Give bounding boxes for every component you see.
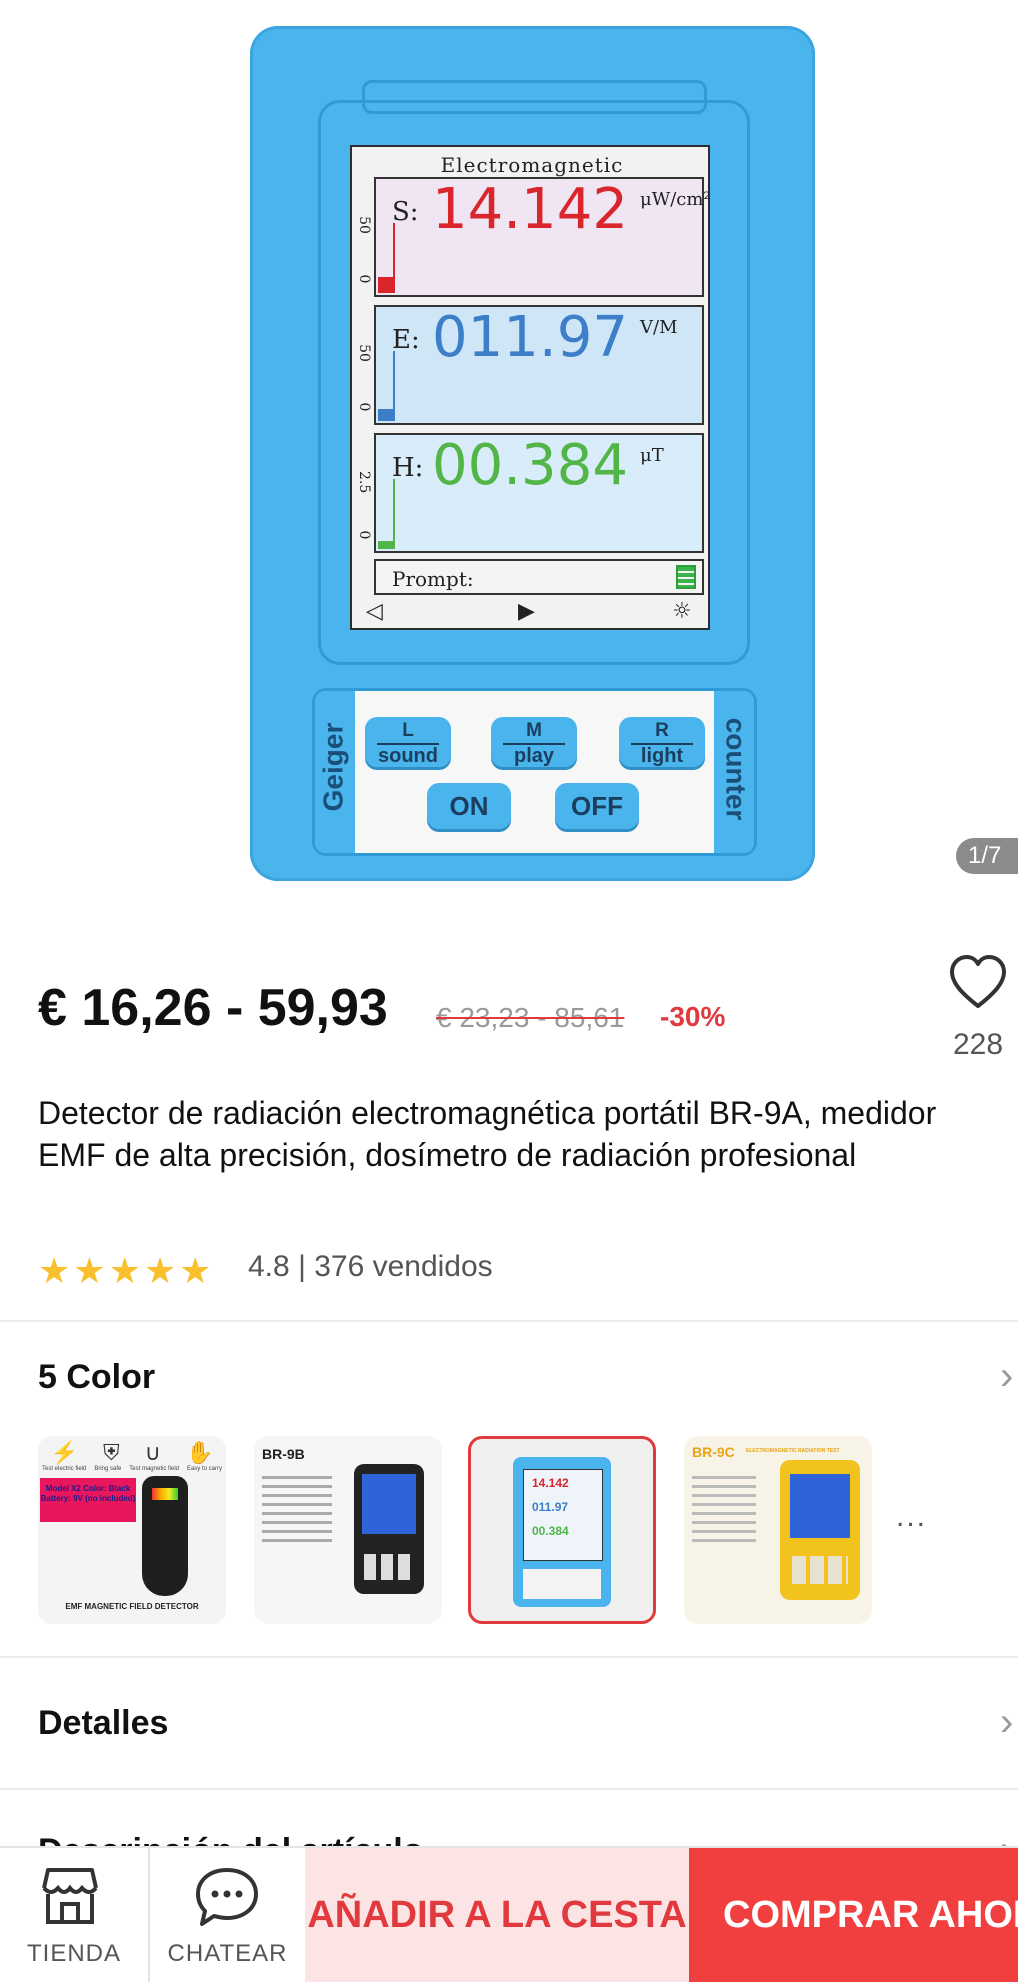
chat-label: CHATEAR	[167, 1940, 288, 1967]
hand-icon: ✋	[186, 1440, 214, 1465]
gallery-counter: 1/7	[956, 838, 1018, 874]
buy-now-button[interactable]: COMPRAR AHORA	[689, 1848, 1018, 1982]
star-icon: ★	[179, 1250, 212, 1291]
add-to-cart-button[interactable]: AÑADIR A LA CESTA	[305, 1848, 689, 1982]
feature-icons: ⚡ ⛨ ∪ ✋	[38, 1440, 226, 1466]
rating-value: 4.8	[248, 1250, 290, 1283]
screen-prompt: Prompt:	[374, 559, 704, 595]
variants-title[interactable]: 5 Color	[38, 1358, 155, 1397]
level-bar	[378, 409, 394, 421]
panel-unit: μT	[640, 445, 664, 466]
variant-info-label: Model X2 Color: Black Battery: 9V (no in…	[40, 1478, 136, 1522]
device-keypad: Geiger counter Lsound Mplay Rlight ON OF…	[312, 688, 757, 856]
panel-unit: μW/cm²	[640, 189, 711, 210]
shield-icon: ⛨	[103, 1440, 120, 1465]
divider	[0, 1656, 1018, 1658]
device-image	[354, 1464, 424, 1594]
store-label: TIENDA	[26, 1940, 121, 1967]
store-button[interactable]: TIENDA	[0, 1848, 148, 1982]
scale-low: 0	[356, 530, 372, 540]
panel-power-density: 50 0 S: 14.142 μW/cm²	[356, 177, 711, 297]
key-sound: Lsound	[365, 717, 451, 767]
level-line	[393, 351, 395, 421]
level-line	[393, 223, 395, 293]
rating-summary[interactable]: 4.8 | 376 vendidos	[248, 1250, 493, 1284]
device-image: 14.142 011.97 00.384	[513, 1457, 611, 1607]
chevron-right-icon[interactable]: ›	[1000, 1354, 1013, 1399]
detector-image	[142, 1476, 188, 1596]
panel-unit: V/M	[640, 317, 678, 338]
rating-separator: |	[298, 1250, 306, 1283]
wishlist-heart-icon[interactable]	[948, 954, 1008, 1010]
more-variants-icon[interactable]: ...	[896, 1500, 927, 1534]
panel-letter: S:	[392, 197, 419, 227]
variant-option[interactable]: BR-9B	[254, 1436, 442, 1624]
store-icon	[42, 1868, 98, 1924]
star-icon: ★	[38, 1250, 71, 1291]
scale-high: 50	[356, 344, 372, 362]
panel-value: 00.384	[432, 433, 628, 498]
side-label-right: counter	[720, 717, 752, 821]
scale-high: 2.5	[356, 471, 372, 494]
scale-low: 0	[356, 402, 372, 412]
divider	[0, 1788, 1018, 1790]
key-light: Rlight	[619, 717, 705, 767]
divider	[0, 1320, 1018, 1322]
variant-option[interactable]: BR-9C ELECTROMAGNETIC RADIATION TEST	[684, 1436, 872, 1624]
bottom-action-bar: TIENDA CHATEAR AÑADIR A LA CESTA COMPRAR…	[0, 1846, 1018, 1982]
chat-button[interactable]: CHATEAR	[150, 1848, 305, 1982]
rating-stars[interactable]: ★★★★★	[38, 1250, 214, 1292]
variant-model: BR-9B	[262, 1446, 305, 1462]
product-title: Detector de radiación electromagnética p…	[38, 1095, 937, 1173]
chat-icon	[196, 1868, 258, 1926]
prompt-label: Prompt:	[392, 567, 474, 591]
spec-list	[692, 1470, 756, 1548]
level-bar	[378, 277, 394, 293]
brightness-icon: ☼	[672, 599, 692, 624]
details-title[interactable]: Detalles	[38, 1704, 168, 1743]
discount-badge: -30%	[660, 1001, 726, 1032]
keypad-side-right: counter	[714, 691, 754, 853]
key-on: ON	[427, 783, 511, 829]
panel-value: 14.142	[432, 177, 628, 242]
panel-letter: H:	[392, 453, 424, 483]
star-icon: ★	[73, 1250, 106, 1291]
speaker-icon: ◁	[366, 599, 383, 624]
device-image	[780, 1460, 860, 1600]
product-gallery[interactable]: Electromagnetic 50 0 S: 14.142 μW/cm² 50…	[0, 0, 1018, 910]
panel-letter: E:	[392, 325, 420, 355]
level-line	[393, 479, 395, 549]
variant-option[interactable]: ⚡ ⛨ ∪ ✋ Test electric field Bring safe Test m…	[38, 1436, 226, 1624]
star-icon: ★	[108, 1250, 141, 1291]
wishlist-count: 228	[952, 1028, 1004, 1061]
variant-option-selected[interactable]: 14.142 011.97 00.384	[468, 1436, 656, 1624]
variant-caption: ELECTROMAGNETIC RADIATION TEST	[746, 1448, 840, 1454]
sold-count: 376 vendidos	[314, 1250, 493, 1283]
panel-magnetic-field: 2.5 0 H: 00.384 μT	[356, 433, 704, 553]
original-price: € 23,23 - 85,61	[436, 1002, 625, 1033]
screen-title: Electromagnetic	[440, 153, 624, 177]
variant-model: BR-9C	[692, 1444, 735, 1460]
lightning-icon: ⚡	[50, 1440, 78, 1465]
star-icon: ★	[143, 1250, 177, 1291]
variant-caption: EMF MAGNETIC FIELD DETECTOR	[65, 1602, 199, 1611]
panel-electric-field: 50 0 E: 011.97 V/M	[356, 305, 704, 425]
chevron-right-icon[interactable]: ›	[1000, 1700, 1013, 1745]
panel-value: 011.97	[432, 305, 628, 370]
scale-high: 50	[356, 216, 372, 234]
price-range: € 16,26 - 59,93	[38, 979, 388, 1037]
level-bar	[378, 541, 394, 549]
scale-low: 0	[356, 274, 372, 284]
device-screen: Electromagnetic 50 0 S: 14.142 μW/cm² 50…	[350, 145, 711, 630]
keypad-side-left: Geiger	[315, 691, 355, 853]
key-off: OFF	[555, 783, 639, 829]
side-label-left: Geiger	[317, 722, 349, 812]
key-play: Mplay	[491, 717, 577, 767]
magnet-icon: ∪	[144, 1440, 161, 1465]
battery-icon	[676, 565, 696, 589]
play-icon: ▶	[518, 599, 535, 624]
spec-list	[262, 1470, 332, 1548]
